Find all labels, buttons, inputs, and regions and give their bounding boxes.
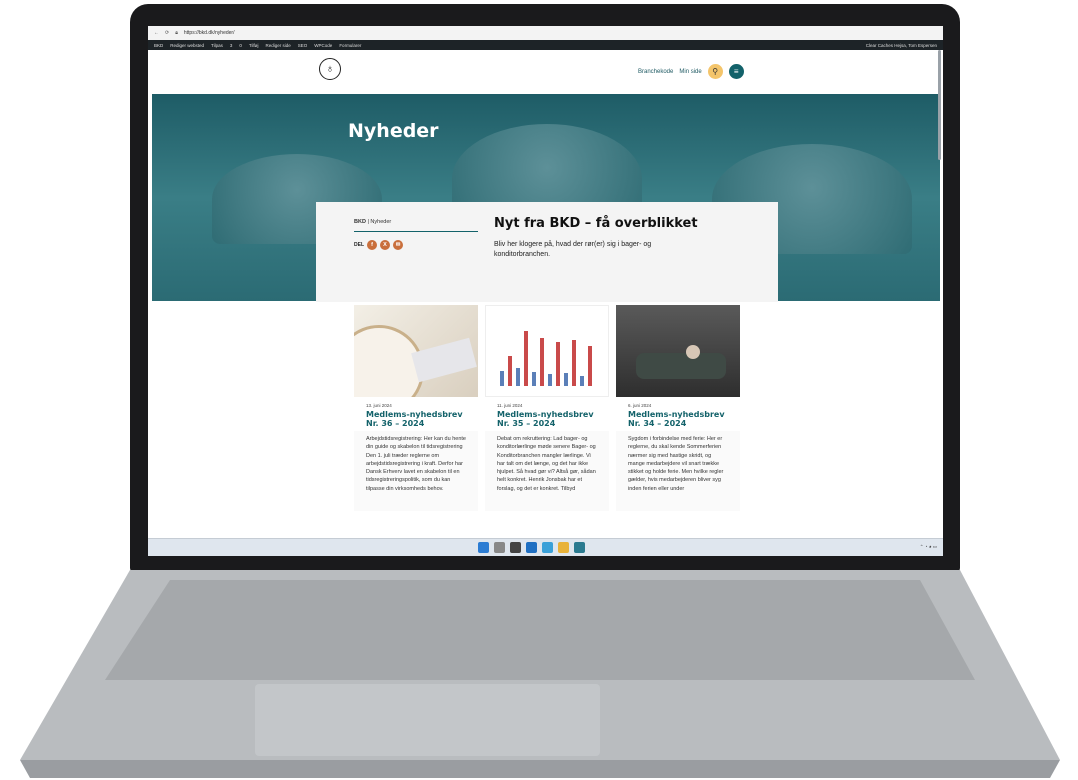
article-title[interactable]: Medlems-nyhedsbrev Nr. 36 – 2024	[366, 410, 466, 428]
admin-item[interactable]: 0	[239, 43, 242, 48]
admin-user[interactable]: Clear Caches Hejsa, Tom Espersen	[866, 43, 937, 48]
admin-item[interactable]: Rediger websted	[170, 43, 204, 48]
laptop-screen: ← ⟳ 🔒︎ https://bkd.dk/nyheder/ BKD Redig…	[148, 26, 943, 556]
admin-item[interactable]: SEO	[298, 43, 308, 48]
laptop-keyboard-base	[20, 570, 1060, 778]
article-title[interactable]: Medlems-nyhedsbrev Nr. 34 – 2024	[628, 410, 728, 428]
header-links: Branchekode Min side ⚲ ≡	[638, 64, 744, 79]
clock-keyboard-image	[354, 305, 478, 397]
folder-icon[interactable]	[558, 542, 569, 553]
article-date: 11. juni 2024	[497, 403, 523, 408]
bkd-logo-icon[interactable]: ♁	[319, 58, 341, 80]
breadcrumb: BKD | Nyheder	[354, 219, 478, 232]
facebook-icon[interactable]: f	[367, 240, 377, 250]
edge-icon[interactable]	[542, 542, 553, 553]
min-side-link[interactable]: Min side	[679, 69, 701, 75]
article-excerpt: Arbejdstidsregistrering: Her kan du hent…	[354, 431, 478, 511]
page-title: Nyheder	[348, 120, 439, 142]
lock-icon: 🔒︎	[175, 30, 178, 36]
intro-title: Nyt fra BKD – få overblikket	[494, 216, 698, 231]
admin-item[interactable]: Formularer	[339, 43, 361, 48]
breadcrumb-current: Nyheder	[370, 219, 392, 225]
refresh-icon[interactable]: ⟳	[165, 30, 169, 36]
sick-person-image	[616, 305, 740, 397]
admin-item[interactable]: Tilføj	[249, 43, 259, 48]
browser-toolbar: ← ⟳ 🔒︎ https://bkd.dk/nyheder/	[148, 26, 943, 40]
intro-text: Bliv her klogere på, hvad der rør(er) si…	[494, 241, 652, 258]
wp-admin-bar: BKD Rediger websted Tilpas 3 0 Tilføj Re…	[148, 40, 943, 50]
admin-item[interactable]: BKD	[154, 43, 163, 48]
search-taskbar-icon[interactable]	[494, 542, 505, 553]
admin-item[interactable]: WPCode	[314, 43, 332, 48]
back-icon[interactable]: ←	[154, 30, 159, 36]
search-icon[interactable]: ⚲	[707, 64, 723, 79]
system-tray[interactable]: ⌃ ◔ ◕ ▭	[920, 544, 937, 550]
app-icon[interactable]	[526, 542, 537, 553]
article-excerpt: Sygdom i forbindelse med ferie: Her er r…	[616, 431, 740, 511]
breadcrumb-separator: |	[367, 219, 369, 225]
site-header: ♁ Branchekode Min side ⚲ ≡	[148, 50, 943, 94]
bar-chart-image	[485, 305, 609, 397]
article-excerpt: Debat om rekruttering: Lad bager- og kon…	[485, 431, 609, 511]
menu-icon[interactable]: ≡	[728, 64, 744, 79]
article-card[interactable]: 6. juni 2024 Medlems-nyhedsbrev Nr. 34 –…	[616, 305, 740, 533]
mail-icon[interactable]: ✉	[393, 240, 403, 250]
intro-card: BKD | Nyheder DEL f X ✉ Nyt fra BKD – få…	[316, 202, 778, 302]
article-title[interactable]: Medlems-nyhedsbrev Nr. 35 – 2024	[497, 410, 597, 428]
article-list: 13. juni 2024 Medlems-nyhedsbrev Nr. 36 …	[354, 305, 740, 533]
admin-item[interactable]: Rediger side	[266, 43, 291, 48]
laptop-frame: ← ⟳ 🔒︎ https://bkd.dk/nyheder/ BKD Redig…	[0, 0, 1078, 780]
article-card[interactable]: 13. juni 2024 Medlems-nyhedsbrev Nr. 36 …	[354, 305, 478, 533]
article-date: 6. juni 2024	[628, 403, 652, 408]
admin-item[interactable]: 3	[230, 43, 233, 48]
address-bar[interactable]: https://bkd.dk/nyheder/	[184, 30, 235, 36]
start-icon[interactable]	[478, 542, 489, 553]
x-icon[interactable]: X	[380, 240, 390, 250]
admin-item[interactable]: Tilpas	[211, 43, 223, 48]
article-card[interactable]: 11. juni 2024 Medlems-nyhedsbrev Nr. 35 …	[485, 305, 609, 533]
os-taskbar: ⌃ ◔ ◕ ▭	[148, 538, 943, 556]
page-scrollbar[interactable]	[938, 50, 941, 160]
share-label: DEL	[354, 242, 364, 248]
taskview-icon[interactable]	[510, 542, 521, 553]
breadcrumb-home[interactable]: BKD	[354, 219, 366, 225]
app-icon[interactable]	[574, 542, 585, 553]
share-bar: DEL f X ✉	[354, 240, 403, 250]
article-date: 13. juni 2024	[366, 403, 392, 408]
branchekode-link[interactable]: Branchekode	[638, 69, 673, 75]
